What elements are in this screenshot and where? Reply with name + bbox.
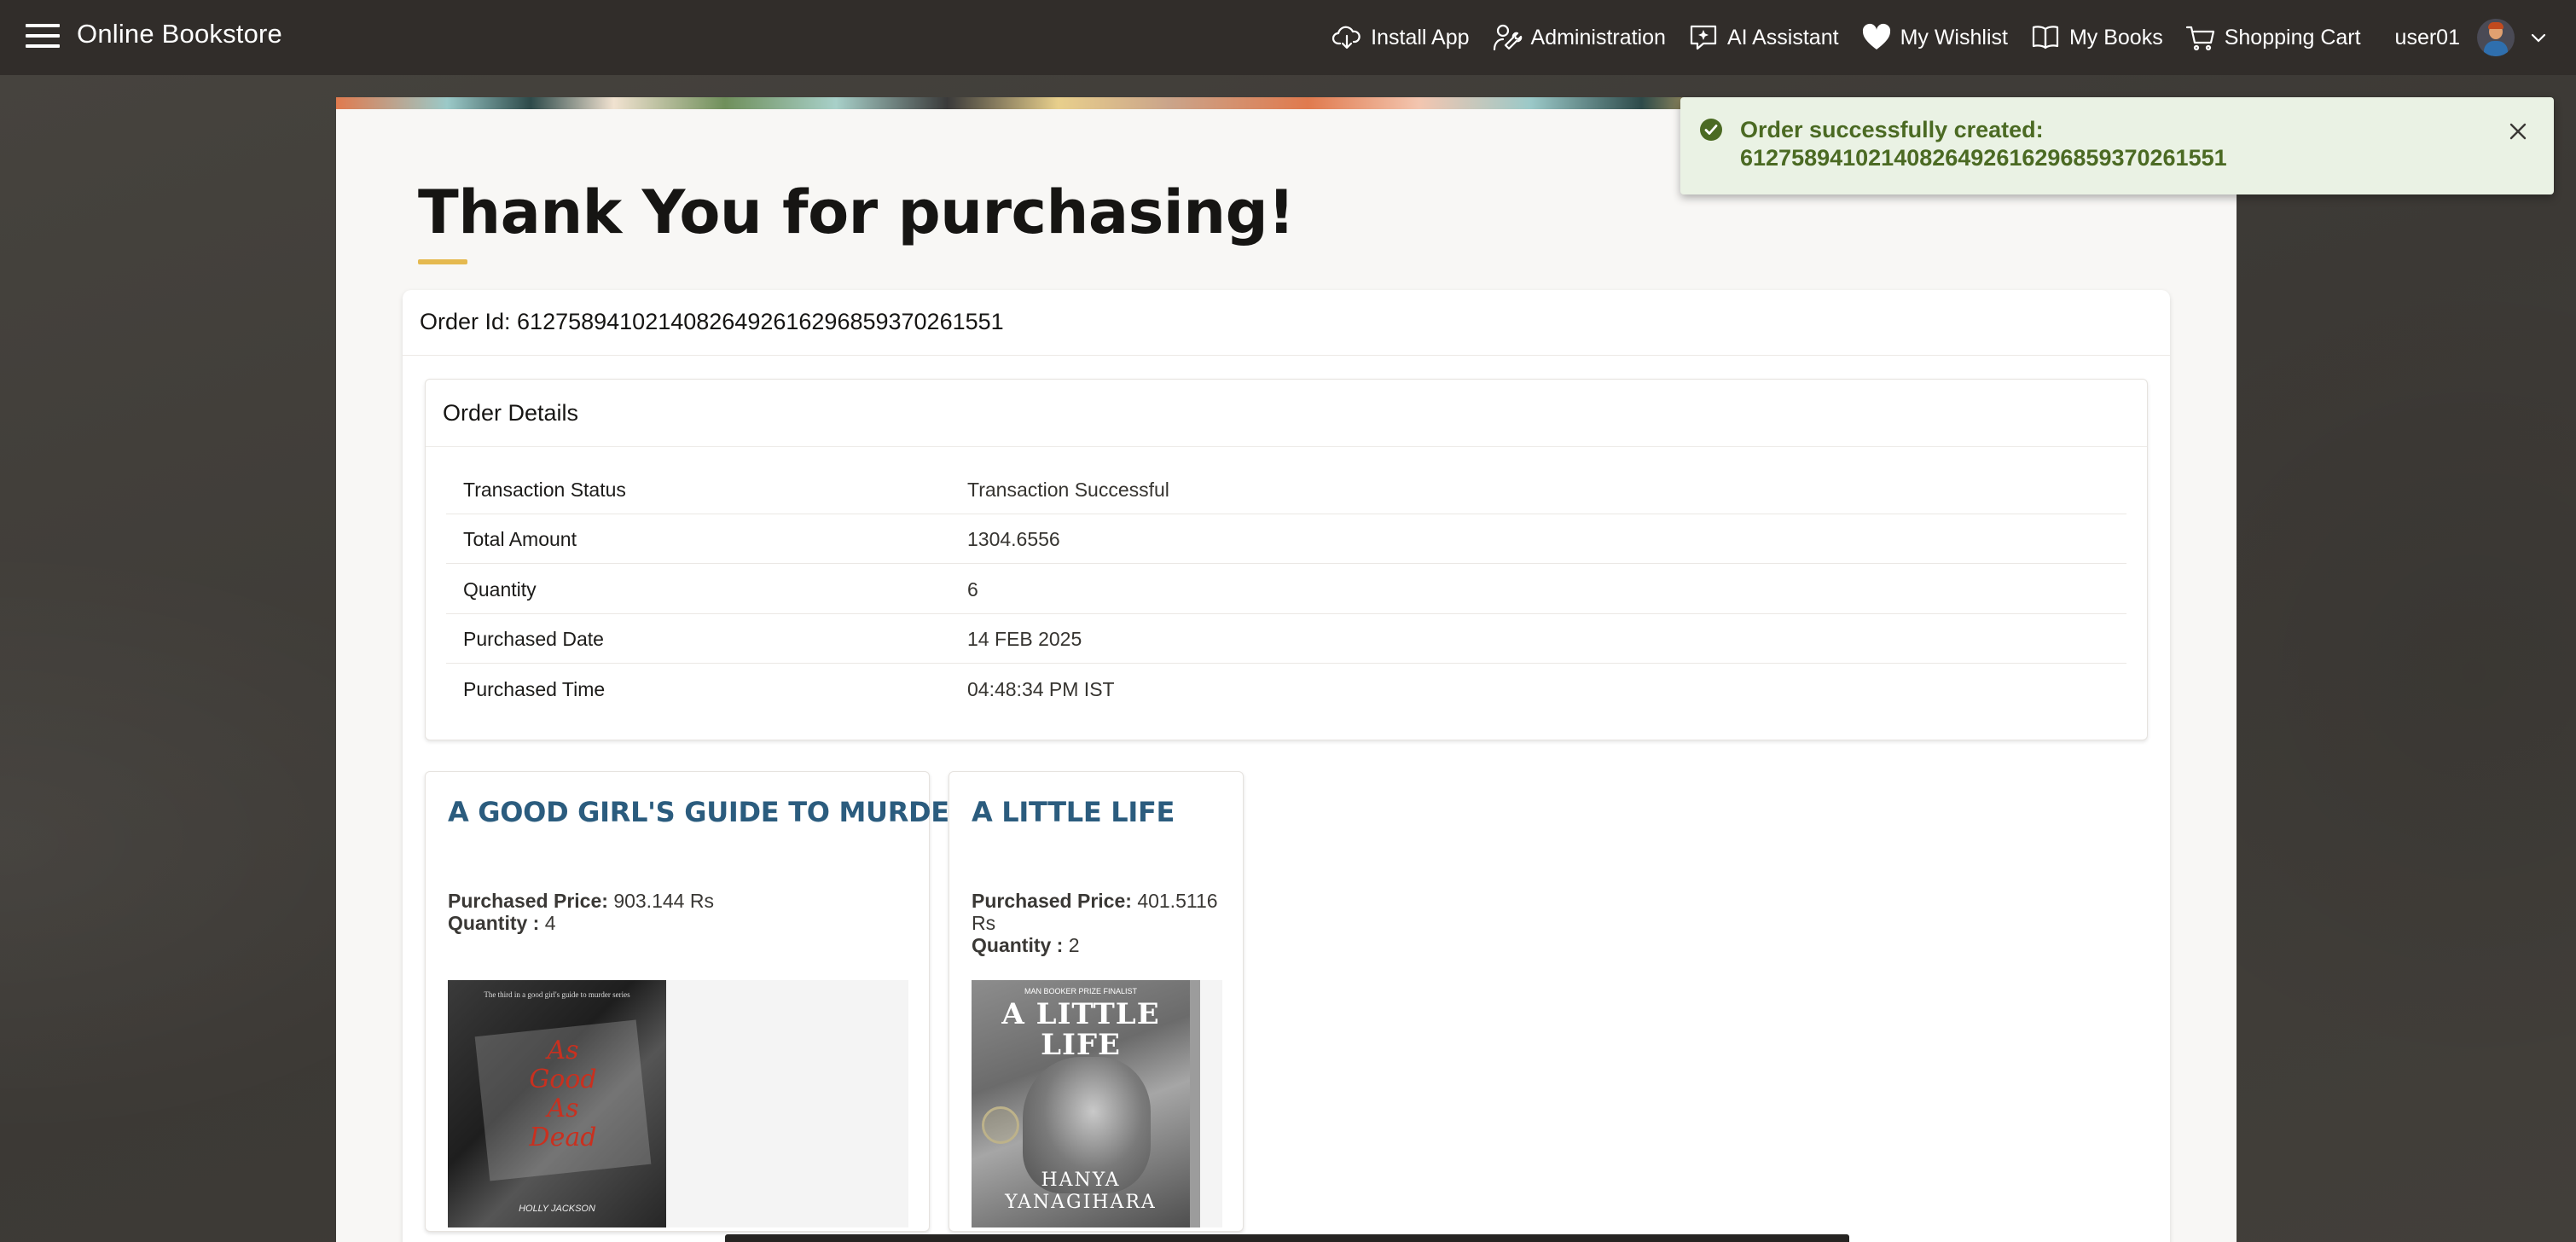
check-circle-icon: [1700, 119, 1722, 141]
cover-author-text: HANYA YANAGIHARA: [1005, 1169, 1157, 1213]
detail-label: Quantity: [463, 578, 537, 601]
nav-shopping-cart[interactable]: Shopping Cart: [2185, 22, 2361, 53]
cover-top-text: The third in a good girl's guide to murd…: [484, 990, 630, 999]
book-meta: Purchased Price: 401.5116 Rs Quantity : …: [972, 890, 1243, 956]
divider: [426, 446, 2147, 447]
cover-title-text: As Good As Dead: [529, 1036, 597, 1152]
detail-value: 14 FEB 2025: [967, 628, 1082, 650]
nav-my-wishlist[interactable]: My Wishlist: [1861, 22, 2008, 53]
nav-my-books[interactable]: My Books: [2030, 22, 2163, 53]
header-nav: Install App Administration AI Assistant …: [1332, 0, 2576, 75]
book-meta: Purchased Price: 903.144 Rs Quantity : 4: [448, 890, 714, 934]
toast-message: Order successfully created: 612758941021…: [1740, 116, 2474, 172]
nav-ai-assistant-label: AI Assistant: [1726, 25, 1839, 49]
detail-label: Purchased Time: [463, 678, 606, 700]
cloud-download-icon: [1332, 26, 1361, 49]
close-icon[interactable]: [2504, 118, 2532, 145]
cover-container: MAN BOOKER PRIZE FINALIST A LITTLE LIFE …: [972, 980, 1222, 1227]
purchased-price: 903.144 Rs: [613, 890, 714, 912]
heart-icon: [1862, 23, 1890, 49]
detail-value: 6: [967, 578, 978, 601]
book-title[interactable]: A GOOD GIRL'S GUIDE TO MURDER: [448, 796, 971, 828]
cart-icon: [2185, 26, 2214, 51]
nav-install-app[interactable]: Install App: [1332, 22, 1470, 53]
toast-line-2: 61275894102140826492616296859370261551: [1740, 145, 2227, 171]
nav-my-wishlist-label: My Wishlist: [1900, 25, 2008, 49]
user-menu[interactable]: user01: [2395, 19, 2549, 56]
purchased-quantity: 4: [544, 912, 556, 934]
nav-install-app-label: Install App: [1371, 25, 1470, 49]
detail-label: Transaction Status: [463, 479, 626, 501]
detail-row-transaction-status: Transaction Status Transaction Successfu…: [446, 465, 2126, 514]
toast-line-1: Order successfully created:: [1740, 117, 2044, 142]
cover-title-text: A LITTLE LIFE: [1001, 997, 1160, 1062]
cover-container: The third in a good girl's guide to murd…: [448, 980, 908, 1227]
detail-label: Total Amount: [463, 528, 577, 550]
detail-value: Transaction Successful: [967, 479, 1169, 501]
book-cover-image[interactable]: The third in a good girl's guide to murd…: [448, 980, 666, 1227]
detail-value: 1304.6556: [967, 528, 1060, 550]
detail-row-purchased-date: Purchased Date 14 FEB 2025: [446, 614, 2126, 664]
book-card[interactable]: A GOOD GIRL'S GUIDE TO MURDER Purchased …: [425, 771, 971, 1232]
app-title[interactable]: Online Bookstore: [77, 19, 282, 49]
divider: [403, 355, 2170, 356]
open-book-icon: [2032, 26, 2059, 49]
cover-author-text: HOLLY JACKSON: [519, 1204, 595, 1214]
avatar: [2477, 19, 2515, 56]
success-toast: Order successfully created: 612758941021…: [1680, 97, 2554, 194]
price-label: Purchased Price:: [448, 890, 608, 912]
order-id: Order Id: 612758941021408264926162968593…: [420, 309, 1004, 334]
detail-row-purchased-time: Purchased Time 04:48:34 PM IST: [446, 665, 2126, 714]
nav-ai-assistant[interactable]: AI Assistant: [1688, 22, 1839, 53]
nav-administration-label: Administration: [1530, 25, 1666, 49]
page-title: Thank You for purchasing!: [418, 177, 1295, 247]
quantity-label: Quantity :: [448, 912, 540, 934]
book-cover-image[interactable]: MAN BOOKER PRIZE FINALIST A LITTLE LIFE …: [972, 980, 1190, 1227]
hamburger-menu-icon[interactable]: [26, 24, 60, 51]
detail-label: Purchased Date: [463, 628, 604, 650]
top-navigation-bar: Online Bookstore Install App Administrat…: [0, 0, 2576, 75]
detail-row-quantity: Quantity 6: [446, 565, 2126, 614]
bottom-bar: [725, 1234, 1849, 1242]
main-panel: Thank You for purchasing! Order Id: 6127…: [336, 109, 2237, 1242]
user-wrench-icon: [1493, 24, 1522, 51]
title-underline: [418, 259, 467, 264]
book-title[interactable]: A LITTLE LIFE: [972, 796, 1175, 828]
chevron-down-icon[interactable]: [2528, 27, 2549, 48]
purchased-quantity: 2: [1068, 934, 1080, 956]
nav-shopping-cart-label: Shopping Cart: [2224, 25, 2361, 49]
quantity-label: Quantity :: [972, 934, 1064, 956]
detail-row-total-amount: Total Amount 1304.6556: [446, 514, 2126, 564]
nav-my-books-label: My Books: [2068, 25, 2163, 49]
username: user01: [2394, 25, 2460, 49]
order-details-card: Order Details Transaction Status Transac…: [425, 379, 2148, 740]
order-details-title: Order Details: [443, 400, 579, 426]
cover-top-text: MAN BOOKER PRIZE FINALIST: [1024, 987, 1138, 995]
chat-spark-icon: [1690, 25, 1717, 50]
nav-administration[interactable]: Administration: [1492, 22, 1666, 53]
detail-value: 04:48:34 PM IST: [967, 678, 1115, 700]
price-label: Purchased Price:: [972, 890, 1132, 912]
book-card[interactable]: A LITTLE LIFE Purchased Price: 401.5116 …: [949, 771, 1244, 1232]
order-card: Order Id: 612758941021408264926162968593…: [403, 290, 2170, 1242]
